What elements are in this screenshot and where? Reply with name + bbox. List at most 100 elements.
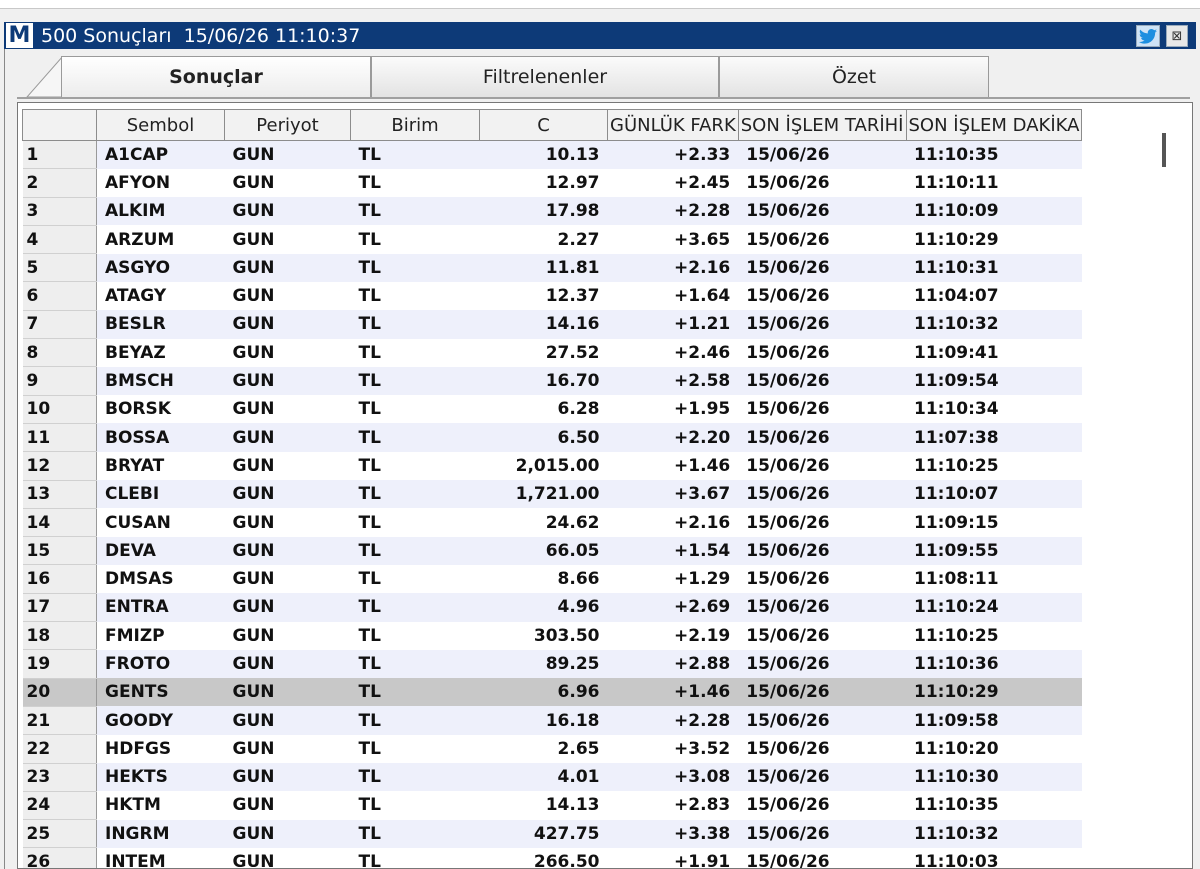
table-row[interactable]: 14 CUSAN GUN TL 24.62 +2.16 15/06/26 11:09:15 [22, 508, 1082, 538]
last-trade-date-cell: 15/06/26 [738, 678, 906, 707]
period-cell: GUN [224, 140, 351, 169]
period-cell: GUN [224, 480, 351, 509]
table-row[interactable]: 4 ARZUM GUN TL 2.27 +3.65 15/06/26 11:10:29 [22, 225, 1082, 255]
table-row[interactable]: 5 ASGYO GUN TL 11.81 +2.16 15/06/26 11:10:31 [22, 253, 1082, 283]
row-number: 11 [22, 423, 97, 453]
table-row[interactable]: 2 AFYON GUN TL 12.97 +2.45 15/06/26 11:10:11 [22, 168, 1082, 198]
unit-cell: TL [358, 569, 381, 590]
table-row[interactable]: 18 FMIZP GUN TL 303.50 +2.19 15/06/26 11:10:25 [22, 621, 1082, 651]
col-header-son-islem-dakika[interactable]: SON İŞLEM DAKİKA [905, 109, 1083, 141]
daily-change-cell: +2.16 [674, 512, 731, 533]
col-header-birim[interactable]: Birim [350, 109, 480, 141]
results-window: Sonuçlar Filtrelenenler Özet Sembol Peri… [4, 49, 1197, 869]
period-cell: GUN [232, 286, 275, 307]
tab-sonuclar[interactable]: Sonuçlar [61, 56, 371, 97]
close-cell: 4.96 [479, 593, 608, 622]
row-number: 2 [22, 168, 97, 198]
symbol-cell: CUSAN [105, 512, 171, 533]
last-trade-date-cell: 15/06/26 [746, 852, 830, 869]
table-row[interactable]: 7 BESLR GUN TL 14.16 +1.21 15/06/26 11:10:32 [22, 310, 1082, 340]
table-row[interactable]: 23 HEKTS GUN TL 4.01 +3.08 15/06/26 11:10:30 [22, 763, 1082, 792]
table-row[interactable]: 15 DEVA GUN TL 66.05 +1.54 15/06/26 11:09:55 [22, 536, 1082, 566]
table-row[interactable]: 8 BEYAZ GUN TL 27.52 +2.46 15/06/26 11:09:41 [22, 338, 1082, 368]
last-trade-time-cell: 11:10:29 [906, 678, 1082, 707]
row-number: 22 [22, 734, 97, 764]
table-row[interactable]: 25 INGRM GUN TL 427.75 +3.38 15/06/26 11:10:32 [22, 819, 1082, 849]
results-grid[interactable]: Sembol Periyot Birim C GÜNLÜK FARK SON İ… [17, 102, 1193, 869]
table-row[interactable]: 24 HKTM GUN TL 14.13 +2.83 15/06/26 11:10:35 [22, 791, 1082, 821]
col-header-c[interactable]: C [479, 109, 608, 141]
row-number: 20 [22, 678, 97, 707]
col-header-son-islem-tarihi[interactable]: SON İŞLEM TARİHİ [737, 109, 907, 141]
table-row[interactable]: 22 HDFGS GUN TL 2.65 +3.52 15/06/26 11:10:20 [22, 734, 1082, 764]
last-trade-date-cell: 15/06/26 [738, 593, 906, 622]
close-cell: 27.52 [545, 342, 600, 363]
table-row[interactable]: 19 FROTO GUN TL 89.25 +2.88 15/06/26 11:10:36 [22, 649, 1082, 679]
window-title: 500 Sonuçları 15/06/26 11:10:37 [41, 24, 361, 47]
period-cell: GUN [232, 569, 275, 590]
row-number: 4 [22, 225, 97, 255]
col-header-rownum[interactable] [22, 109, 97, 141]
last-trade-date-cell: 15/06/26 [738, 819, 906, 848]
twitter-share-button[interactable] [1136, 25, 1160, 47]
close-cell: 16.18 [479, 706, 608, 735]
last-trade-time-cell: 11:10:36 [906, 649, 1082, 679]
period-cell: GUN [232, 512, 275, 533]
period-cell: GUN [232, 795, 275, 816]
table-row[interactable]: 3 ALKIM GUN TL 17.98 +2.28 15/06/26 11:10:09 [22, 197, 1082, 226]
symbol-cell: DMSAS [105, 569, 174, 590]
close-cell: 14.16 [479, 310, 608, 339]
daily-change-cell: +1.95 [674, 399, 731, 420]
last-trade-time-cell: 11:10:35 [906, 140, 1082, 169]
tab-ozet[interactable]: Özet [719, 56, 989, 97]
close-cell: 2.65 [557, 738, 600, 759]
col-header-sembol[interactable]: Sembol [96, 109, 225, 141]
window-titlebar[interactable]: M 500 Sonuçları 15/06/26 11:10:37 ⊠ [4, 22, 1196, 49]
daily-change-cell: +1.64 [674, 286, 731, 307]
table-row[interactable]: 20 GENTS GUN TL 6.96 +1.46 15/06/26 11:10:29 [22, 678, 1082, 707]
last-trade-time-cell: 11:10:29 [914, 229, 999, 250]
table-row[interactable]: 17 ENTRA GUN TL 4.96 +2.69 15/06/26 11:10:24 [22, 593, 1082, 623]
symbol-cell: INGRM [96, 819, 225, 848]
table-row[interactable]: 16 DMSAS GUN TL 8.66 +1.29 15/06/26 11:08:11 [22, 564, 1082, 594]
row-number: 16 [22, 564, 97, 594]
unit-cell: TL [358, 852, 381, 869]
close-cell: 427.75 [479, 819, 608, 848]
table-row[interactable]: 1 A1CAP GUN TL 10.13 +2.33 15/06/26 11:10:35 [22, 140, 1082, 170]
symbol-cell: ENTRA [96, 593, 225, 622]
close-cell: 10.13 [479, 140, 608, 169]
unit-cell: TL [358, 738, 381, 759]
daily-change-cell: +2.58 [607, 366, 739, 396]
table-row[interactable]: 10 BORSK GUN TL 6.28 +1.95 15/06/26 11:10:34 [22, 395, 1082, 424]
col-header-gunluk-fark[interactable]: GÜNLÜK FARK [607, 109, 739, 141]
table-row[interactable]: 26 INTEM GUN TL 266.50 +1.91 15/06/26 11:10:03 [22, 847, 1082, 869]
unit-cell: TL [350, 649, 480, 679]
vertical-scrollbar[interactable] [1162, 133, 1166, 167]
symbol-cell: GENTS [96, 678, 225, 707]
period-cell: GUN [232, 852, 275, 869]
table-row[interactable]: 12 BRYAT GUN TL 2,015.00 +1.46 15/06/26 11:10:2… [22, 451, 1082, 481]
row-number: 8 [22, 338, 97, 368]
last-trade-date-cell: 15/06/26 [738, 310, 906, 339]
table-row[interactable]: 11 BOSSA GUN TL 6.50 +2.20 15/06/26 11:07:38 [22, 423, 1082, 453]
row-number: 3 [22, 197, 97, 226]
last-trade-time-cell: 11:10:32 [906, 310, 1082, 339]
last-trade-date-cell: 15/06/26 [746, 625, 830, 646]
last-trade-date-cell: 15/06/26 [746, 512, 830, 533]
col-header-periyot[interactable]: Periyot [224, 109, 351, 141]
last-trade-time-cell: 11:10:03 [914, 852, 999, 869]
last-trade-time-cell: 11:09:41 [914, 342, 999, 363]
symbol-cell: BORSK [105, 399, 171, 420]
table-row[interactable]: 9 BMSCH GUN TL 16.70 +2.58 15/06/26 11:09:54 [22, 366, 1082, 396]
table-row[interactable]: 21 GOODY GUN TL 16.18 +2.28 15/06/26 11:09:58 [22, 706, 1082, 736]
daily-change-cell: +1.91 [674, 852, 731, 869]
daily-change-cell: +2.69 [607, 593, 739, 622]
twitter-icon [1139, 28, 1157, 44]
close-button[interactable]: ⊠ [1166, 25, 1188, 47]
table-row[interactable]: 13 CLEBI GUN TL 1,721.00 +3.67 15/06/26 11:10:0… [22, 480, 1082, 509]
tab-filtrelenenler[interactable]: Filtrelenenler [371, 56, 719, 97]
last-trade-date-cell: 15/06/26 [738, 536, 906, 565]
table-row[interactable]: 6 ATAGY GUN TL 12.37 +1.64 15/06/26 11:04:07 [22, 281, 1082, 311]
symbol-cell: ATAGY [105, 286, 167, 307]
symbol-cell: BEYAZ [105, 342, 166, 363]
